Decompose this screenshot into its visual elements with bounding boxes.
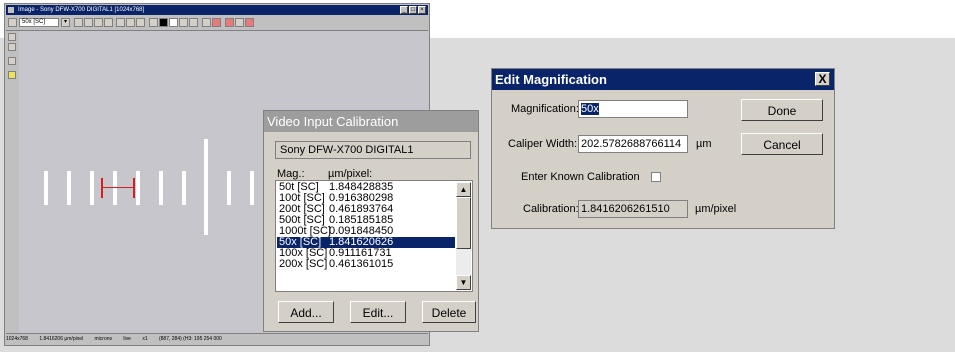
- close-icon[interactable]: X: [815, 72, 830, 86]
- video-input-calibration-dialog: Video Input Calibration Sony DFW-X700 DI…: [263, 110, 479, 332]
- maximize-button[interactable]: □: [409, 6, 417, 14]
- image-toolbar: 50x [SC] ▾: [6, 16, 428, 31]
- caliper-width-label: Caliper Width:: [508, 138, 578, 150]
- capture-icon[interactable]: [126, 18, 135, 27]
- zoom-actual-icon[interactable]: [104, 18, 113, 27]
- scale-tick: [90, 171, 94, 205]
- highlight-tool-icon[interactable]: [8, 71, 16, 79]
- black-level-icon[interactable]: [159, 18, 168, 27]
- measure-icon[interactable]: [225, 18, 234, 27]
- scale-tick: [136, 171, 140, 205]
- image-window-title: Image - Sony DFW-X700 DIGITAL1 [1024x768…: [18, 7, 145, 13]
- zoom-fit-icon[interactable]: [94, 18, 103, 27]
- close-button[interactable]: ×: [418, 6, 426, 14]
- list-scrollbar[interactable]: ▲ ▼: [456, 182, 471, 290]
- zoom-out-icon[interactable]: [84, 18, 93, 27]
- known-calibration-label: Enter Known Calibration: [521, 171, 640, 183]
- status-zoom: x1: [142, 336, 148, 342]
- snapshot-icon[interactable]: [116, 18, 125, 27]
- display-mode-icon[interactable]: [149, 18, 158, 27]
- calibration-field: 1.8416206261510: [578, 200, 688, 218]
- status-resolution: 1024x768: [6, 336, 28, 342]
- magnification-value: 50x: [581, 103, 599, 115]
- scale-tick: [227, 171, 231, 205]
- magnification-input[interactable]: 50x: [578, 100, 688, 118]
- caliper-width-input[interactable]: 202.5782688766114: [578, 135, 688, 153]
- delete-button[interactable]: Delete: [422, 301, 476, 323]
- pointer-tool-icon[interactable]: [8, 33, 16, 41]
- scroll-up-icon[interactable]: ▲: [456, 182, 471, 197]
- record-icon[interactable]: [136, 18, 145, 27]
- list-item-mag: 200x [SC]: [279, 258, 328, 270]
- status-units: microns: [94, 336, 113, 342]
- calibration-list[interactable]: 50t [SC] 1.848428835 100t [SC] 0.916380298 2…: [275, 180, 473, 292]
- scale-tick: [113, 171, 117, 205]
- image-window-titlebar[interactable]: Image - Sony DFW-X700 DIGITAL1 [1024x768…: [6, 5, 428, 15]
- mag-column-header: Mag.:: [277, 168, 305, 180]
- tool-sidebar: [6, 31, 18, 333]
- vic-titlebar[interactable]: Video Input Calibration: [264, 111, 478, 132]
- em-title: Edit Magnification: [495, 72, 607, 87]
- minimize-button[interactable]: _: [400, 6, 408, 14]
- annotation-icon[interactable]: [245, 18, 254, 27]
- zoom-in-icon[interactable]: [74, 18, 83, 27]
- contrast-icon[interactable]: [179, 18, 188, 27]
- camera-name-field: Sony DFW-X700 DIGITAL1: [275, 141, 471, 159]
- status-mode: live: [123, 336, 131, 342]
- scale-major-tick: [204, 139, 208, 235]
- status-calibration: 1.8416206 µm/pixel: [39, 336, 84, 342]
- calibration-label: Calibration:: [523, 203, 579, 215]
- edit-button[interactable]: Edit...: [350, 301, 406, 323]
- grid-icon[interactable]: [235, 18, 244, 27]
- overlay-icon[interactable]: [202, 18, 211, 27]
- done-button[interactable]: Done: [741, 99, 823, 121]
- red-channel-icon[interactable]: [212, 18, 221, 27]
- scroll-thumb[interactable]: [456, 197, 471, 249]
- image-statusbar: 1024x768 1.8416206 µm/pixel microns live…: [6, 333, 428, 344]
- cancel-button[interactable]: Cancel: [741, 133, 823, 155]
- caliper-left-handle[interactable]: [101, 178, 103, 198]
- scale-tick: [250, 171, 254, 205]
- camera-icon[interactable]: [8, 18, 17, 27]
- scale-tick: [44, 171, 48, 205]
- histogram-icon[interactable]: [189, 18, 198, 27]
- line-tool-icon[interactable]: [8, 57, 16, 65]
- pixel-column-header: µm/pixel:: [328, 168, 373, 180]
- edit-magnification-dialog: Edit Magnification X Magnification: 50x …: [491, 68, 835, 229]
- select-tool-icon[interactable]: [8, 43, 16, 51]
- add-button[interactable]: Add...: [278, 301, 334, 323]
- status-coords: (887, 284) (H3: 195 254 000: [158, 336, 222, 342]
- scale-tick: [67, 171, 71, 205]
- zoom-select[interactable]: 50x [SC]: [19, 18, 59, 27]
- scale-tick: [182, 171, 186, 205]
- dropdown-arrow-icon[interactable]: ▾: [61, 18, 70, 27]
- scale-tick: [159, 171, 163, 205]
- list-item-value: 0.461361015: [329, 258, 394, 270]
- caliper-unit: µm: [696, 138, 712, 150]
- scroll-down-icon[interactable]: ▼: [456, 275, 471, 290]
- white-level-icon[interactable]: [169, 18, 178, 27]
- calibration-unit: µm/pixel: [695, 203, 737, 215]
- known-calibration-checkbox[interactable]: [651, 172, 661, 182]
- caliper-line[interactable]: [101, 187, 135, 188]
- window-system-icon[interactable]: [8, 7, 14, 13]
- caliper-right-handle[interactable]: [133, 178, 135, 198]
- list-item[interactable]: 200x [SC] 0.461361015: [277, 259, 455, 270]
- magnification-label: Magnification:: [511, 103, 579, 115]
- em-titlebar[interactable]: Edit Magnification X: [492, 69, 834, 90]
